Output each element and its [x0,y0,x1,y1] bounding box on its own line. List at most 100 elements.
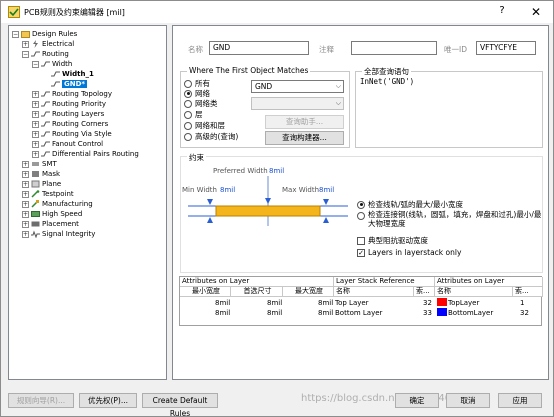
expand-icon[interactable]: + [32,110,39,118]
tree-item-routing-via-style[interactable]: + Routing Via Style [32,129,112,139]
checkbox-impedance-width[interactable]: 典型阻抗驱动宽度 [357,235,428,246]
column-header-index-2[interactable]: 索... [513,287,543,297]
column-header-layer-name[interactable]: 名称 [334,287,414,297]
query-text[interactable]: InNet('GND') [360,77,414,86]
tree-item-placement[interactable]: + Placement [22,219,79,229]
collapse-icon[interactable]: − [22,50,29,58]
tree-item-mask[interactable]: + Mask [22,169,60,179]
tree-item-testpoint[interactable]: + Testpoint [22,189,74,199]
checkbox[interactable]: ✓ [357,248,365,257]
radio-button[interactable] [357,212,365,220]
radio-net-class[interactable]: 网络类 [184,98,218,109]
tree-item-width-1[interactable]: Width_1 [51,69,94,79]
tree-item-high-speed[interactable]: + High Speed [22,209,82,219]
unique-id-field[interactable]: VFTYCFYE [476,41,536,55]
expand-icon[interactable]: + [32,130,39,138]
cell-min[interactable]: 8mil [215,309,230,317]
cell-max[interactable]: 8mil [318,299,333,307]
radio-button[interactable] [184,121,192,130]
expand-icon[interactable]: + [22,190,29,198]
radio-button[interactable] [184,99,192,108]
tree-item-signal-integrity[interactable]: + Signal Integrity [22,229,95,239]
radio-advanced-query[interactable]: 高级的(查询) [184,131,238,142]
tree-item-routing-layers[interactable]: + Routing Layers [32,109,104,119]
radio-button[interactable] [184,79,192,88]
close-button[interactable]: ✕ [529,5,543,19]
apply-button[interactable]: 应用 [498,393,542,408]
comment-field[interactable] [351,41,437,55]
tree-item-routing[interactable]: − Routing [22,49,69,59]
create-default-rules-button[interactable]: Create Default Rules [142,393,218,417]
checkbox[interactable] [357,236,365,245]
expand-icon[interactable]: + [32,100,39,108]
collapse-icon[interactable]: − [32,60,39,68]
collapse-icon[interactable]: − [12,30,19,38]
preferred-width-label: Preferred Width [213,167,268,175]
cell-pref[interactable]: 8mil [267,299,282,307]
column-header-min-width[interactable]: 最小宽度 [180,287,231,297]
expand-icon[interactable]: + [22,210,29,218]
routing-rule-icon [41,111,50,117]
expand-icon[interactable]: + [22,40,29,48]
rule-tree[interactable]: − Design Rules + Electrical − Routing − … [8,25,167,380]
tree-item-label: Routing [42,50,69,58]
cell-min[interactable]: 8mil [215,299,230,307]
tree-item-fanout-control[interactable]: + Fanout Control [32,139,103,149]
expand-icon[interactable]: + [22,200,29,208]
radio-button[interactable] [184,132,192,141]
tree-item-electrical[interactable]: + Electrical [22,39,74,49]
cell-index-2: 1 [520,299,525,307]
preferred-width-value[interactable]: 8mil [269,167,284,175]
width-diagram [188,176,348,226]
cell-layer-name-2: BottomLayer [448,309,494,317]
net-select[interactable]: GND ⌵ [251,80,344,93]
radio-layer[interactable]: 层 [184,109,203,120]
cell-max[interactable]: 8mil [318,309,333,317]
checkbox-layerstack-only[interactable]: ✓ Layers in layerstack only [357,248,461,257]
tree-item-design-rules[interactable]: − Design Rules [12,29,77,39]
tree-item-smt[interactable]: + SMT [22,159,57,169]
tree-item-routing-priority[interactable]: + Routing Priority [32,99,106,109]
expand-icon[interactable]: + [32,150,39,158]
tree-item-routing-corners[interactable]: + Routing Corners [32,119,108,129]
radio-button[interactable] [184,110,192,119]
tree-item-label: Routing Priority [52,100,106,108]
help-button[interactable]: ? [495,5,509,19]
ok-button[interactable]: 确定 [395,393,439,408]
radio-net-and-layer[interactable]: 网络和层 [184,120,225,131]
tree-item-routing-topology[interactable]: + Routing Topology [32,89,112,99]
tree-item-width[interactable]: − Width [32,59,72,69]
tree-item-label: High Speed [42,210,83,218]
routing-rule-icon [41,151,50,157]
radio-button[interactable] [357,200,365,209]
expand-icon[interactable]: + [22,230,29,238]
tree-item-differential-pairs-routing[interactable]: + Differential Pairs Routing [32,149,139,159]
cancel-button[interactable]: 取消 [446,393,490,408]
column-header-preferred[interactable]: 首选尺寸 [231,287,283,297]
radio-button[interactable] [184,89,192,98]
cell-pref[interactable]: 8mil [267,309,282,317]
tree-item-gnd[interactable]: GND* [51,79,88,89]
priorities-button[interactable]: 优先权(P)... [79,393,137,408]
routing-rule-icon [41,131,50,137]
expand-icon[interactable]: + [22,180,29,188]
column-header-layer-name-2[interactable]: 名称 [435,287,513,297]
expand-icon[interactable]: + [22,170,29,178]
tree-item-label: Routing Layers [52,110,105,118]
expand-icon[interactable]: + [32,120,39,128]
column-header-index[interactable]: 索... [414,287,435,297]
folder-icon [21,31,30,38]
query-builder-button[interactable]: 查询构建器... [265,131,344,145]
expand-icon[interactable]: + [32,90,39,98]
radio-check-trace-width[interactable]: 检查线轨/弧的最大/最小宽度 [357,199,463,210]
radio-check-copper-width[interactable]: 检查连接铜(线轨，圆弧，填充，焊盘和过孔)最小/最大物理宽度 [357,210,542,228]
tree-item-plane[interactable]: + Plane [22,179,61,189]
expand-icon[interactable]: + [22,220,29,228]
tree-item-manufacturing[interactable]: + Manufacturing [22,199,93,209]
layer-attributes-table[interactable]: Attributes on Layer Layer Stack Referenc… [179,276,543,326]
column-header-max-width[interactable]: 最大宽度 [283,287,334,297]
tree-item-label: Width [52,60,73,68]
expand-icon[interactable]: + [32,140,39,148]
expand-icon[interactable]: + [22,160,29,168]
name-field[interactable]: GND [209,41,309,55]
